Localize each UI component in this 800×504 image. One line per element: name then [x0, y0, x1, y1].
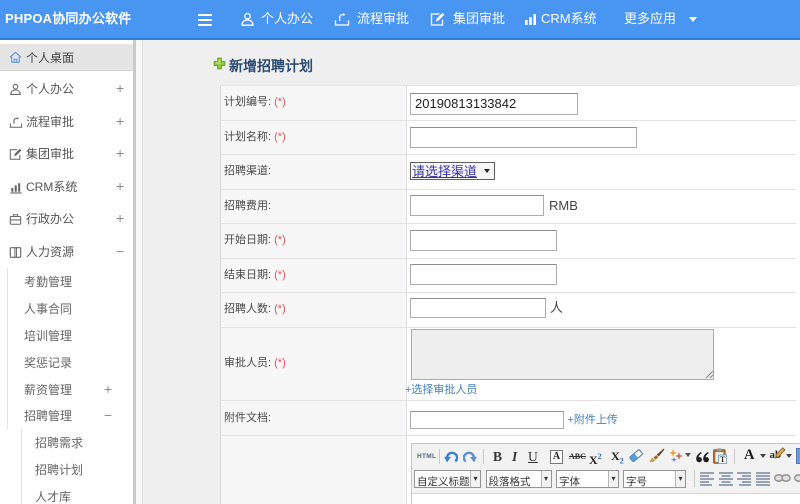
svg-text:T: T [720, 454, 726, 464]
